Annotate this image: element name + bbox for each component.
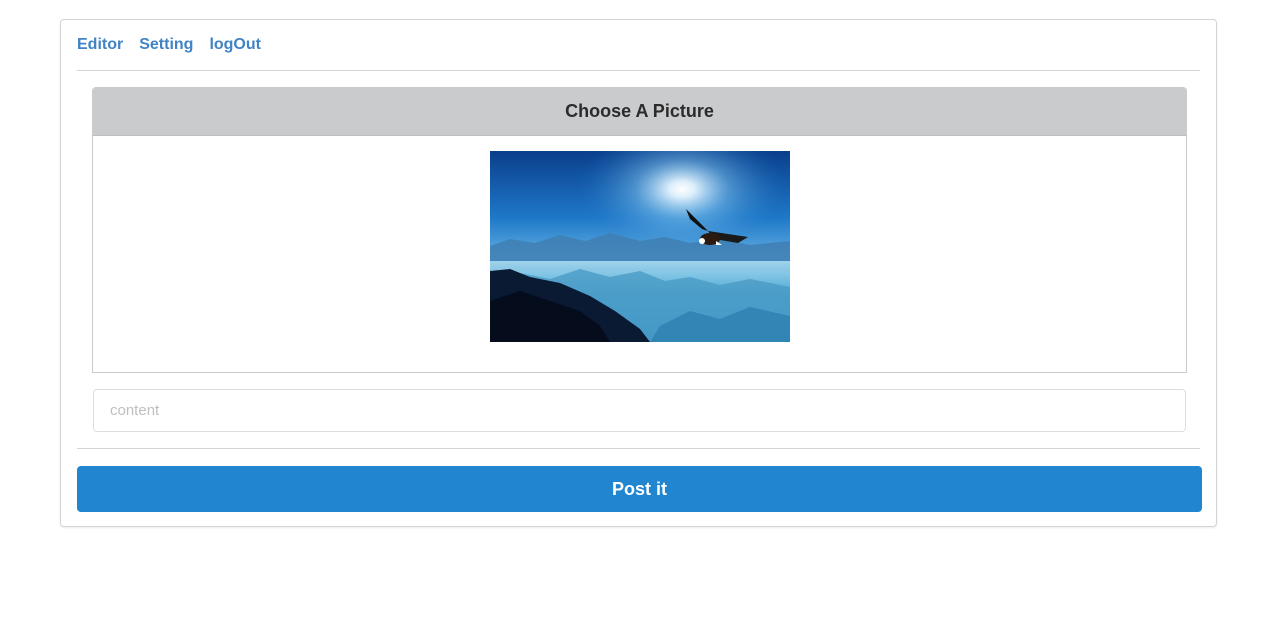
nav-setting-link[interactable]: Setting (139, 34, 193, 56)
choose-picture-header[interactable]: Choose A Picture (93, 88, 1186, 136)
post-it-button[interactable]: Post it (77, 466, 1202, 512)
editor-card: Editor Setting logOut Choose A Picture c… (60, 19, 1217, 527)
choose-picture-panel[interactable]: Choose A Picture (92, 87, 1187, 373)
top-nav: Editor Setting logOut (77, 34, 261, 56)
content-input[interactable] (93, 389, 1186, 432)
selected-picture-image[interactable] (490, 151, 790, 342)
nav-divider (77, 70, 1200, 71)
form-divider (77, 448, 1200, 449)
nav-logout-link[interactable]: logOut (209, 34, 261, 56)
nav-editor-link[interactable]: Editor (77, 34, 123, 56)
